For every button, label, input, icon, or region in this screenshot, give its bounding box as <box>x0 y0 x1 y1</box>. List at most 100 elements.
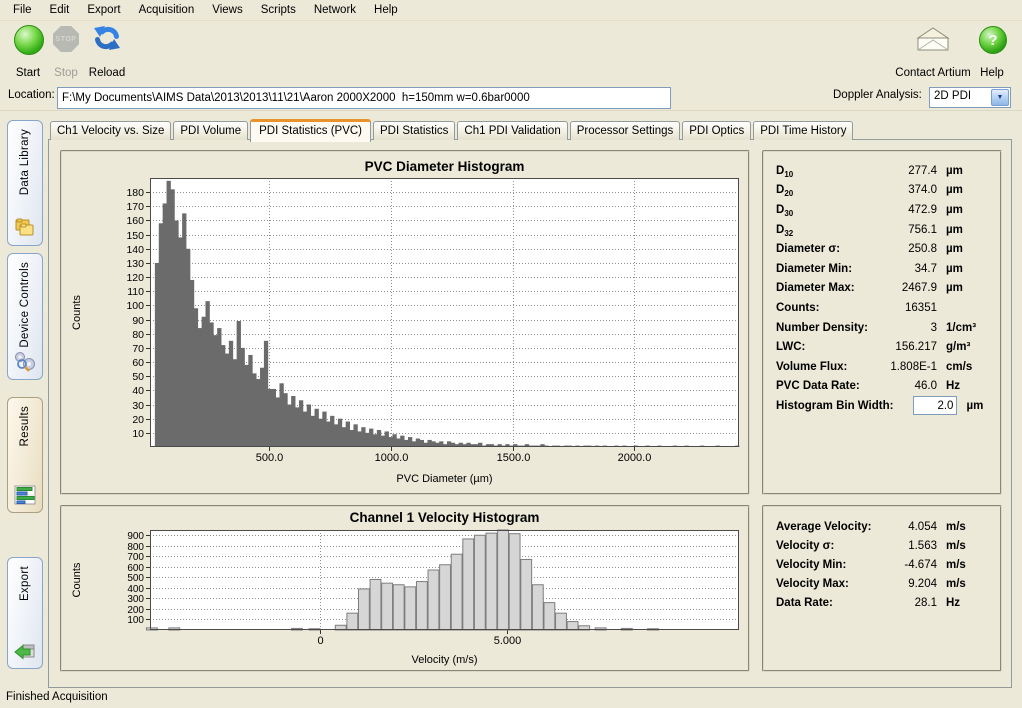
reload-icon <box>92 23 122 56</box>
stat-unit: cm/s <box>937 361 992 373</box>
stat-label: Counts: <box>776 302 819 314</box>
tab-ch1-pdi-validation[interactable]: Ch1 PDI Validation <box>457 121 567 140</box>
stop-icon: STOP <box>53 26 79 52</box>
aims-application-window: { "menu": {"items": ["File", "Edit", "Ex… <box>0 0 1022 708</box>
stat-unit: µm <box>937 263 992 275</box>
svg-text:1000.0: 1000.0 <box>375 452 409 464</box>
tab-pdi-statistics[interactable]: PDI Statistics <box>373 121 455 140</box>
stat-value: 3 <box>873 322 937 334</box>
sidebar-item-results[interactable]: Results <box>7 397 43 513</box>
help-icon: ? <box>979 26 1007 54</box>
stat-label: D32 <box>776 224 793 236</box>
envelope-icon <box>915 25 951 56</box>
location-input[interactable] <box>57 87 671 109</box>
stat-label: Diameter Min: <box>776 263 852 275</box>
stat-value: 16351 <box>873 302 937 314</box>
start-button[interactable]: Start <box>6 21 50 79</box>
stat-value: 1.563 <box>873 540 937 552</box>
stat-label: Volume Flux: <box>776 361 847 373</box>
export-icon <box>13 640 37 662</box>
pvc-diameter-histogram-panel: 1020304050607080901001101201301401501601… <box>60 150 750 495</box>
svg-text:10: 10 <box>132 428 144 440</box>
stat-unit: µm <box>937 282 992 294</box>
stat-value: -4.674 <box>873 559 937 571</box>
menu-views[interactable]: Views <box>203 2 251 18</box>
stat-row-d30: D30 472.9µm <box>764 200 1000 220</box>
stat-label: Diameter Max: <box>776 282 855 294</box>
stat-row-d32: D32756.1µm <box>764 220 1000 240</box>
svg-text:800: 800 <box>127 542 144 553</box>
stat-value: 472.9 <box>873 204 937 216</box>
menu-export[interactable]: Export <box>78 2 129 18</box>
menu-network[interactable]: Network <box>305 2 365 18</box>
stat-row-d20: D20374.0µm <box>764 181 1000 201</box>
histogram-bin-width-input[interactable] <box>913 396 957 415</box>
sidebar-item-export[interactable]: Export <box>7 557 43 669</box>
stat-row-velocity-max: Velocity Max:9.204m/s <box>764 575 1000 594</box>
sidebar-item-data-library[interactable]: Data Library <box>7 120 43 246</box>
doppler-analysis-label: Doppler Analysis: <box>833 89 922 101</box>
stat-value: 250.8 <box>873 243 937 255</box>
stat-label: D30 <box>776 204 793 216</box>
tab-pdi-optics[interactable]: PDI Optics <box>682 121 751 140</box>
tab-pdi-time-history[interactable]: PDI Time History <box>753 121 853 140</box>
stop-button-label: Stop <box>47 67 85 79</box>
stop-button[interactable]: STOP Stop <box>47 21 85 79</box>
stat-row-data-rate: Data Rate:28.1Hz <box>764 594 1000 613</box>
folders-icon <box>13 217 37 239</box>
velocity-histogram-panel: 10020030040050060070080090005.000Channel… <box>60 505 750 672</box>
stat-unit: Hz <box>937 380 992 392</box>
menu-file[interactable]: File <box>4 2 41 18</box>
stat-unit: m/s <box>937 578 992 590</box>
contact-artium-button[interactable]: Contact Artium <box>895 21 971 79</box>
toolbar: Start STOP Stop Reload Contact Artium ? … <box>0 21 1022 83</box>
channel1-velocity-histogram-chart: 10020030040050060070080090005.000Channel… <box>62 507 746 668</box>
tab-pdi-statistics-pvc[interactable]: PDI Statistics (PVC) <box>250 119 371 142</box>
stat-row-d10: D10277.4µm <box>764 161 1000 181</box>
stat-label: Histogram Bin Width: <box>776 400 893 412</box>
doppler-analysis-select[interactable]: 2D PDI ▼ <box>929 87 1011 108</box>
sidebar-item-label: Export <box>19 566 31 601</box>
sidebar-item-label: Device Controls <box>19 262 31 348</box>
stat-label: D10 <box>776 165 793 177</box>
start-button-label: Start <box>6 67 50 79</box>
start-icon <box>14 25 44 55</box>
menu-scripts[interactable]: Scripts <box>252 2 305 18</box>
svg-text:40: 40 <box>132 385 144 397</box>
stat-value: 756.1 <box>873 224 937 236</box>
status-bar: Finished Acquisition <box>0 689 1022 708</box>
svg-text:90: 90 <box>132 315 144 327</box>
tab-processor-settings[interactable]: Processor Settings <box>570 121 681 140</box>
stat-row-diameter-min: Diameter Min: 34.7µm <box>764 259 1000 279</box>
stat-value: 2467.9 <box>873 282 937 294</box>
menu-help[interactable]: Help <box>365 2 407 18</box>
stat-unit: µm <box>937 204 992 216</box>
svg-text:140: 140 <box>126 244 144 256</box>
svg-text:PVC Diameter (µm): PVC Diameter (µm) <box>396 473 492 485</box>
pvc-diameter-histogram-chart: 1020304050607080901001101201301401501601… <box>62 152 746 491</box>
tab-pdi-volume[interactable]: PDI Volume <box>173 121 248 140</box>
stat-value: 4.054 <box>873 521 937 533</box>
menu-acquisition[interactable]: Acquisition <box>130 2 204 18</box>
stat-label: Average Velocity: <box>776 521 871 533</box>
stat-row-number-density: Number Density:31/cm³ <box>764 318 1000 338</box>
svg-text:120: 120 <box>126 272 144 284</box>
help-button[interactable]: ? Help <box>971 21 1013 79</box>
svg-text:300: 300 <box>127 594 144 605</box>
tab-ch1-velocity-vs-size[interactable]: Ch1 Velocity vs. Size <box>50 121 171 140</box>
stat-row-histogram-bin-width: Histogram Bin Width:µm <box>764 396 1000 416</box>
reload-button[interactable]: Reload <box>84 21 130 79</box>
stat-unit: µm <box>937 184 992 196</box>
diameter-statistics-panel: D10277.4µmD20374.0µmD30472.9µmD32756.1µm… <box>762 150 1002 495</box>
menu-bar: FileEditExportAcquisitionViewsScriptsNet… <box>0 0 1022 21</box>
stat-value: 28.1 <box>873 597 937 609</box>
svg-text:130: 130 <box>126 258 144 270</box>
svg-text:30: 30 <box>132 400 144 412</box>
location-label: Location: <box>8 89 55 101</box>
chevron-down-icon[interactable]: ▼ <box>991 89 1009 106</box>
menu-edit[interactable]: Edit <box>41 2 79 18</box>
chart-icon <box>13 484 37 506</box>
sidebar-item-device-controls[interactable]: Device Controls <box>7 253 43 380</box>
svg-text:20: 20 <box>132 414 144 426</box>
stat-value: 34.7 <box>873 263 937 275</box>
